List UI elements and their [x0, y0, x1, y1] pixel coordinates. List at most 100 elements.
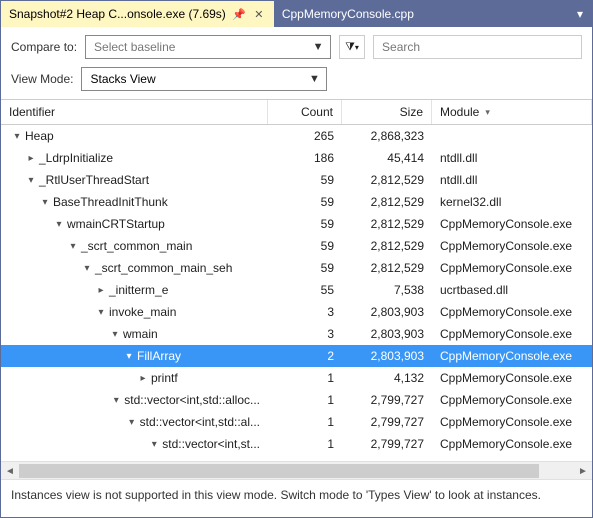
identifier-cell: ▾std::vector<int,st...: [1, 437, 268, 451]
tree-row[interactable]: ▾std::vector<int,std::alloc...12,799,727…: [1, 389, 592, 411]
identifier-cell: ▾std::vector<int,std::alloc...: [1, 393, 268, 407]
expander-open-icon[interactable]: ▾: [126, 416, 138, 428]
expander-open-icon[interactable]: ▾: [95, 306, 107, 318]
tree-row[interactable]: ▾FillArray22,803,903CppMemoryConsole.exe: [1, 345, 592, 367]
count-cell: 59: [268, 173, 342, 187]
expander-open-icon[interactable]: ▾: [67, 240, 79, 252]
size-cell: 2,799,727: [342, 415, 432, 429]
tree-row[interactable]: ▾wmain32,803,903CppMemoryConsole.exe: [1, 323, 592, 345]
close-icon[interactable]: ✕: [252, 7, 266, 21]
baseline-combo[interactable]: Select baseline ▼: [85, 35, 331, 59]
tree-row[interactable]: ▾BaseThreadInitThunk592,812,529kernel32.…: [1, 191, 592, 213]
count-cell: 2: [268, 349, 342, 363]
tab-overflow-dropdown[interactable]: ▾: [568, 1, 592, 27]
horizontal-scrollbar[interactable]: ◄ ►: [1, 461, 592, 479]
count-cell: 3: [268, 327, 342, 341]
count-cell: 1: [268, 371, 342, 385]
viewmode-combo[interactable]: Stacks View ▼: [81, 67, 327, 91]
count-cell: 1: [268, 437, 342, 451]
size-cell: 2,799,727: [342, 437, 432, 451]
size-cell: 2,812,529: [342, 217, 432, 231]
identifier-cell: ▾BaseThreadInitThunk: [1, 195, 268, 209]
size-cell: 2,812,529: [342, 239, 432, 253]
tab-label: Snapshot#2 Heap C...onsole.exe (7.69s): [9, 7, 226, 21]
expander-open-icon[interactable]: ▾: [148, 438, 160, 450]
size-cell: 4,132: [342, 371, 432, 385]
row-label: invoke_main: [109, 305, 176, 319]
tab-snapshot[interactable]: Snapshot#2 Heap C...onsole.exe (7.69s) 📌…: [1, 1, 274, 27]
scroll-right-arrow[interactable]: ►: [574, 462, 592, 480]
module-cell: CppMemoryConsole.exe: [432, 327, 592, 341]
expander-open-icon[interactable]: ▾: [123, 350, 135, 362]
tree-row[interactable]: ▾_scrt_common_main592,812,529CppMemoryCo…: [1, 235, 592, 257]
row-label: Heap: [25, 129, 54, 143]
viewmode-label: View Mode:: [11, 72, 73, 86]
size-cell: 2,812,529: [342, 261, 432, 275]
identifier-cell: ▾Heap: [1, 129, 268, 143]
count-cell: 59: [268, 217, 342, 231]
module-cell: CppMemoryConsole.exe: [432, 437, 592, 451]
row-label: wmainCRTStartup: [67, 217, 165, 231]
row-label: _scrt_common_main: [81, 239, 192, 253]
search-input[interactable]: Search: [373, 35, 582, 59]
col-module[interactable]: Module▾: [432, 100, 592, 124]
size-cell: 2,868,323: [342, 129, 432, 143]
size-cell: 45,414: [342, 151, 432, 165]
expander-closed-icon[interactable]: ▸: [25, 152, 37, 164]
count-cell: 1: [268, 415, 342, 429]
expander-closed-icon[interactable]: ▸: [137, 372, 149, 384]
compare-label: Compare to:: [11, 40, 77, 54]
sort-indicator-icon: ▾: [485, 107, 490, 118]
expander-open-icon[interactable]: ▾: [53, 218, 65, 230]
tree-row[interactable]: ▾Heap2652,868,323: [1, 125, 592, 147]
chevron-down-icon: ▼: [306, 73, 322, 85]
module-cell: ucrtbased.dll: [432, 283, 592, 297]
size-cell: 2,803,903: [342, 349, 432, 363]
tree-row[interactable]: ▸printf14,132CppMemoryConsole.exe: [1, 367, 592, 389]
row-label: FillArray: [137, 349, 181, 363]
expander-open-icon[interactable]: ▾: [81, 262, 93, 274]
status-message: Instances view is not supported in this …: [1, 479, 592, 510]
tree-row[interactable]: ▾invoke_main32,803,903CppMemoryConsole.e…: [1, 301, 592, 323]
tab-source[interactable]: CppMemoryConsole.cpp: [274, 1, 422, 27]
row-label: _initterm_e: [109, 283, 168, 297]
module-cell: CppMemoryConsole.exe: [432, 239, 592, 253]
tree-row[interactable]: ▸_initterm_e557,538ucrtbased.dll: [1, 279, 592, 301]
module-cell: CppMemoryConsole.exe: [432, 415, 592, 429]
chevron-down-icon: ▼: [310, 41, 326, 53]
row-label: printf: [151, 371, 178, 385]
expander-open-icon[interactable]: ▾: [110, 394, 122, 406]
row-label: _RtlUserThreadStart: [39, 173, 149, 187]
scroll-thumb[interactable]: [19, 464, 539, 478]
module-cell: CppMemoryConsole.exe: [432, 261, 592, 275]
tab-label: CppMemoryConsole.cpp: [282, 7, 414, 21]
expander-closed-icon[interactable]: ▸: [95, 284, 107, 296]
tree-row[interactable]: ▾std::vector<int,std::al...12,799,727Cpp…: [1, 411, 592, 433]
scroll-left-arrow[interactable]: ◄: [1, 462, 19, 480]
tree-row[interactable]: ▾std::vector<int,st...12,799,727CppMemor…: [1, 433, 592, 455]
tree-row[interactable]: ▸_LdrpInitialize18645,414ntdll.dll: [1, 147, 592, 169]
count-cell: 186: [268, 151, 342, 165]
col-identifier[interactable]: Identifier: [1, 100, 268, 124]
tree-row[interactable]: ▾_scrt_common_main_seh592,812,529CppMemo…: [1, 257, 592, 279]
identifier-cell: ▾_RtlUserThreadStart: [1, 173, 268, 187]
expander-open-icon[interactable]: ▾: [11, 130, 23, 142]
col-size[interactable]: Size: [342, 100, 432, 124]
count-cell: 3: [268, 305, 342, 319]
row-label: _LdrpInitialize: [39, 151, 113, 165]
identifier-cell: ▾_scrt_common_main_seh: [1, 261, 268, 275]
tree-row[interactable]: ▾_RtlUserThreadStart592,812,529ntdll.dll: [1, 169, 592, 191]
row-label: std::vector<int,std::alloc...: [124, 393, 260, 407]
count-cell: 55: [268, 283, 342, 297]
col-count[interactable]: Count: [268, 100, 342, 124]
pin-icon[interactable]: 📌: [232, 7, 246, 21]
expander-open-icon[interactable]: ▾: [39, 196, 51, 208]
expander-open-icon[interactable]: ▾: [25, 174, 37, 186]
module-cell: CppMemoryConsole.exe: [432, 305, 592, 319]
tree-row[interactable]: ▾wmainCRTStartup592,812,529CppMemoryCons…: [1, 213, 592, 235]
filter-button[interactable]: ⧩▾: [339, 35, 365, 59]
grid-header: Identifier Count Size Module▾: [1, 99, 592, 125]
filter-icon: ⧩▾: [345, 41, 359, 54]
row-label: wmain: [123, 327, 158, 341]
expander-open-icon[interactable]: ▾: [109, 328, 121, 340]
